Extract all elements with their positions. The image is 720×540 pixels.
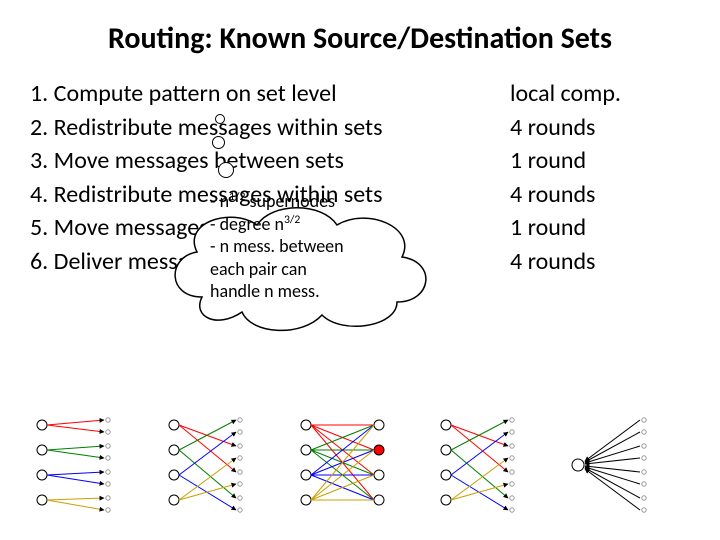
page-title: Routing: Known Source/Destination Sets bbox=[30, 20, 690, 57]
step-6: 6. Deliver messages within sets bbox=[30, 245, 510, 279]
cost-4: 4 rounds bbox=[510, 178, 660, 212]
steps-left: 1. Compute pattern on set level 2. Redis… bbox=[30, 77, 510, 279]
group-4 bbox=[441, 418, 514, 512]
cost-1: local comp. bbox=[510, 77, 660, 111]
group-3 bbox=[301, 420, 384, 505]
cost-3: 1 round bbox=[510, 144, 660, 178]
step-1: 1. Compute pattern on set level bbox=[30, 77, 510, 111]
step-5: 5. Move messages between sets bbox=[30, 211, 510, 245]
group-1 bbox=[37, 418, 110, 512]
cost-2: 4 rounds bbox=[510, 111, 660, 145]
step-4: 4. Redistribute messages within sets bbox=[30, 178, 510, 212]
cost-6: 4 rounds bbox=[510, 245, 660, 279]
step-2: 2. Redistribute messages within sets bbox=[30, 111, 510, 145]
group-5 bbox=[572, 418, 646, 512]
bottom-diagram bbox=[30, 400, 690, 520]
group-2 bbox=[169, 418, 242, 512]
steps-columns: 1. Compute pattern on set level 2. Redis… bbox=[30, 77, 690, 279]
cost-5: 1 round bbox=[510, 211, 660, 245]
step-3: 3. Move messages between sets bbox=[30, 144, 510, 178]
steps-right: local comp. 4 rounds 1 round 4 rounds 1 … bbox=[510, 77, 660, 279]
content: 1. Compute pattern on set level 2. Redis… bbox=[30, 77, 690, 279]
